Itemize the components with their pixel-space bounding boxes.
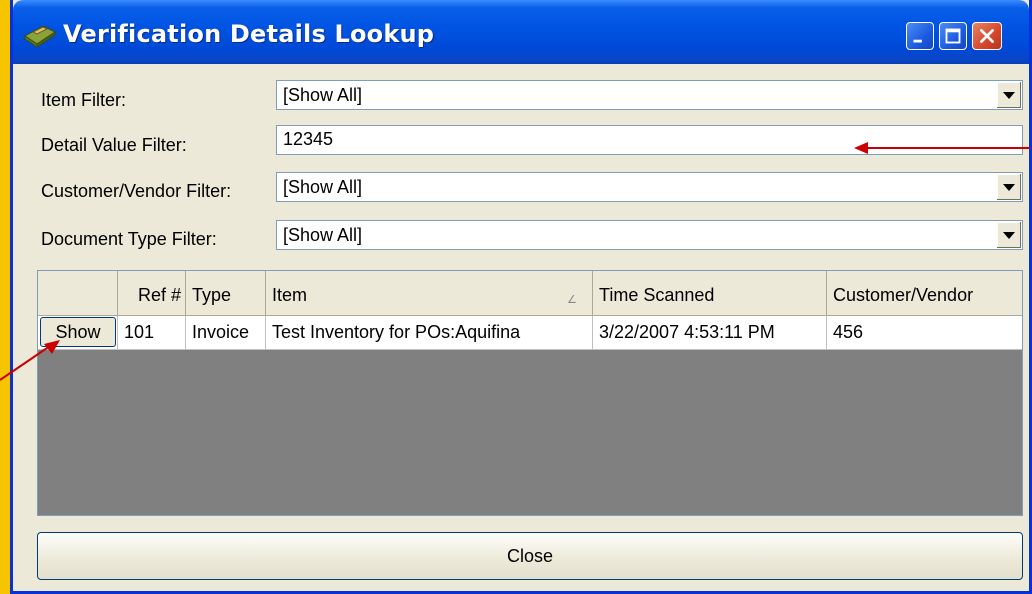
window-title: Verification Details Lookup <box>63 20 435 48</box>
verification-details-window: Verification Details Lookup Item Filter:… <box>10 0 1032 594</box>
annotation-arrow-icon <box>854 142 1030 154</box>
sort-icon: ∠ <box>567 294 577 306</box>
customer-vendor-filter-value: [Show All] <box>283 177 363 197</box>
toolbox-icon <box>24 25 56 48</box>
cell-item: Test Inventory for POs:Aquifina <box>266 316 593 349</box>
item-filter-value: [Show All] <box>283 85 363 105</box>
detail-value-filter-label: Detail Value Filter: <box>41 135 187 155</box>
item-filter-dropdown[interactable]: [Show All] <box>276 80 1023 110</box>
close-window-button[interactable] <box>972 22 1002 50</box>
chevron-down-icon <box>1003 184 1015 191</box>
close-icon <box>980 29 994 43</box>
cell-ref: 101 <box>118 316 186 349</box>
cell-customer-vendor: 456 <box>833 322 864 342</box>
document-type-filter-value: [Show All] <box>283 225 363 245</box>
dropdown-button[interactable] <box>996 222 1021 248</box>
column-header-customer-vendor[interactable]: Customer/Vendor <box>827 271 1022 315</box>
close-button[interactable]: Close <box>37 532 1023 580</box>
maximize-button[interactable] <box>939 22 967 50</box>
detail-value-filter-value: 12345 <box>283 129 334 149</box>
chevron-down-icon <box>1003 232 1015 239</box>
minimize-icon <box>913 39 922 43</box>
column-header-item-label: Item <box>272 285 308 305</box>
dropdown-button[interactable] <box>996 82 1021 108</box>
results-grid[interactable]: Ref # Type Item ∠ Time Scanned Customer/… <box>37 270 1023 516</box>
dropdown-button[interactable] <box>996 174 1021 200</box>
customer-vendor-filter-dropdown[interactable]: [Show All] <box>276 172 1023 202</box>
maximize-icon <box>945 28 961 44</box>
column-header-type[interactable]: Type <box>186 271 266 315</box>
document-type-filter-label: Document Type Filter: <box>41 229 217 249</box>
cell-time-scanned: 3/22/2007 4:53:11 PM <box>593 316 827 349</box>
annotation-arrow-icon <box>0 340 60 381</box>
chevron-down-icon <box>1003 92 1015 99</box>
cell-type: Invoice <box>186 316 266 349</box>
column-header-ref[interactable]: Ref # <box>118 271 186 315</box>
column-header-button <box>38 271 118 315</box>
customer-vendor-filter-label: Customer/Vendor Filter: <box>41 181 232 201</box>
item-filter-label: Item Filter: <box>41 90 127 110</box>
document-type-filter-dropdown[interactable]: [Show All] <box>276 220 1023 250</box>
table-row[interactable]: Show 101 Invoice Test Inventory for POs:… <box>38 316 1022 350</box>
column-header-item[interactable]: Item ∠ <box>266 271 593 315</box>
column-header-time-scanned[interactable]: Time Scanned <box>593 271 827 315</box>
grid-header: Ref # Type Item ∠ Time Scanned Customer/… <box>38 271 1022 316</box>
minimize-button[interactable] <box>906 22 934 50</box>
title-bar[interactable]: Verification Details Lookup <box>13 0 1029 64</box>
